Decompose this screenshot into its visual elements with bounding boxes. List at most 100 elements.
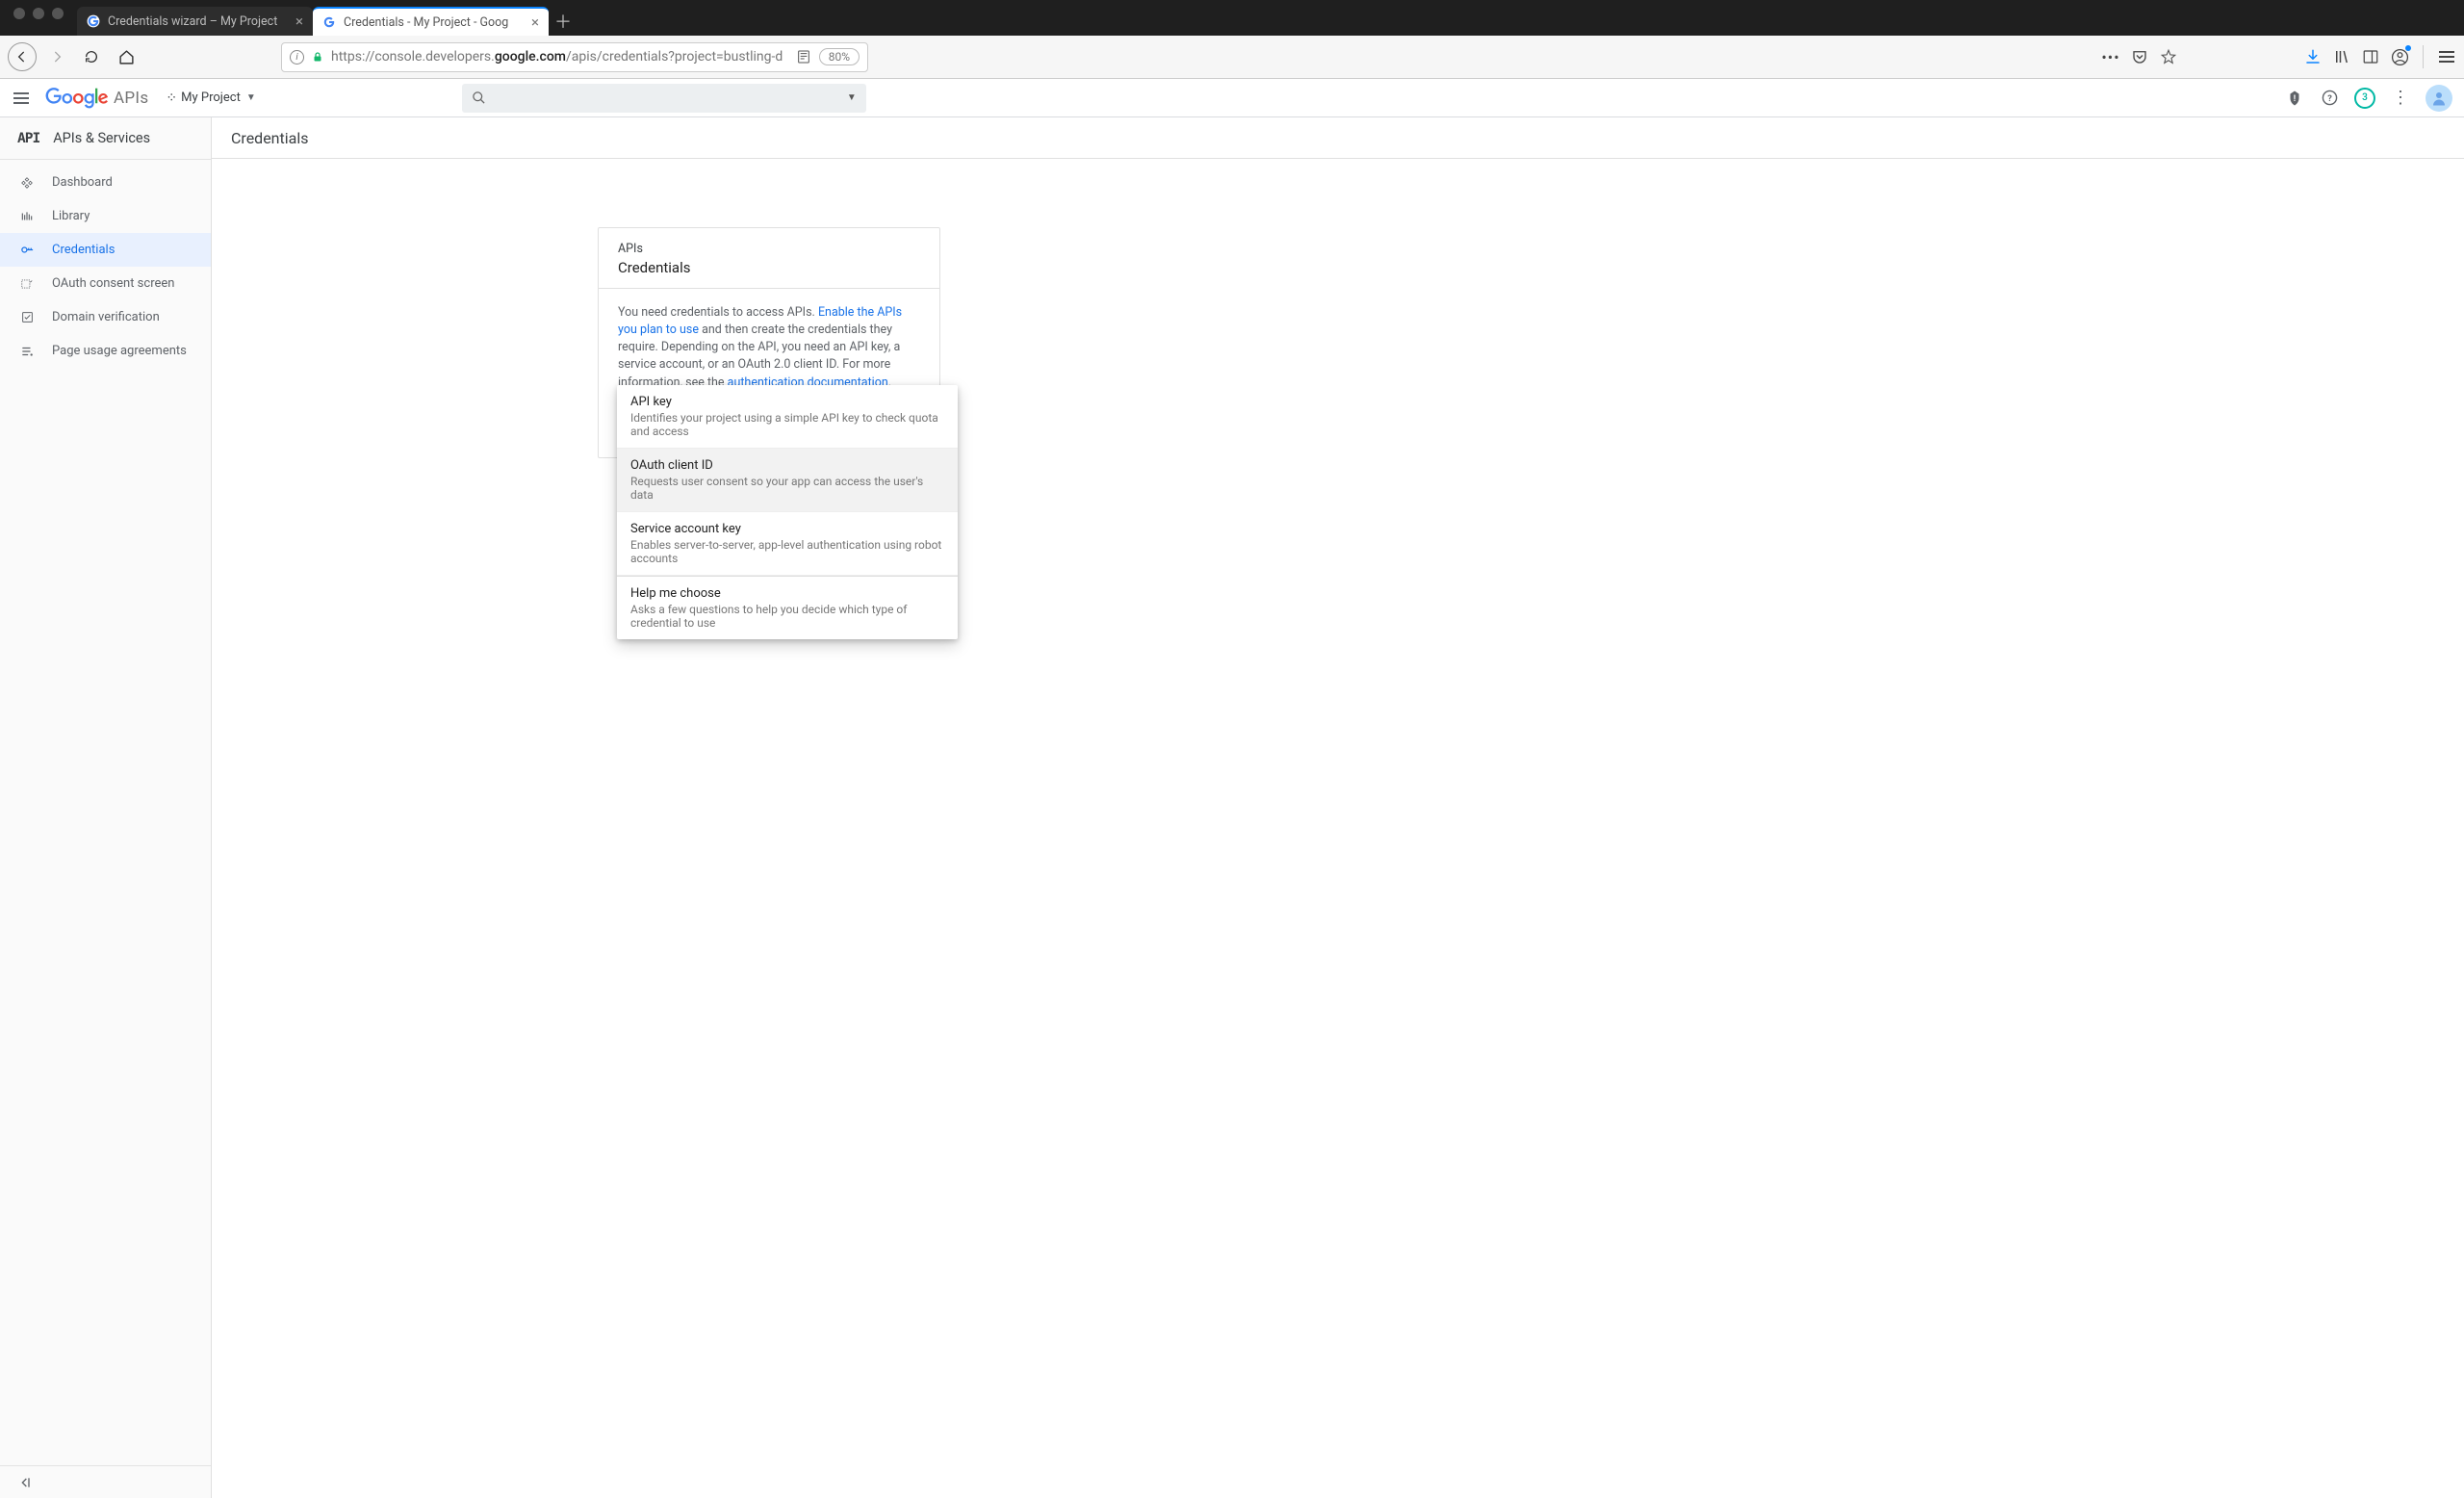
home-button[interactable]: [112, 42, 141, 71]
account-icon[interactable]: [2390, 47, 2409, 66]
caret-down-icon[interactable]: ▼: [847, 92, 857, 103]
sidebar-icon[interactable]: [2361, 47, 2380, 66]
section-label: APIs & Services: [53, 130, 150, 146]
item-desc: Enables server-to-server, app-level auth…: [630, 538, 944, 565]
window-controls: [0, 0, 77, 36]
dashboard-icon: [19, 176, 35, 190]
tab-label: Credentials wizard – My Project: [108, 14, 288, 29]
domain-icon: [19, 311, 35, 323]
sidebar-item-library[interactable]: Library: [0, 199, 211, 233]
dropdown-item-oauth-client-id[interactable]: OAuth client ID Requests user consent so…: [617, 449, 958, 512]
svg-text:!: !: [2294, 94, 2296, 104]
sidebar-section-title[interactable]: API APIs & Services: [0, 117, 211, 159]
browser-toolbar: i https://console.developers.google.com/…: [0, 36, 2464, 79]
arrow-right-icon: [49, 49, 64, 65]
card-title: Credentials: [618, 259, 920, 276]
more-icon[interactable]: •••: [2101, 47, 2120, 66]
nav-label: Credentials: [52, 243, 115, 257]
settings-more-icon[interactable]: ⋮: [2391, 89, 2410, 108]
new-tab-button[interactable]: ＋: [549, 7, 578, 36]
pocket-icon[interactable]: [2130, 47, 2149, 66]
zoom-indicator[interactable]: 80%: [819, 48, 860, 65]
dropdown-item-help-me-choose[interactable]: Help me choose Asks a few questions to h…: [617, 577, 958, 639]
project-picker[interactable]: ⁘ My Project ▼: [166, 90, 255, 106]
search-icon: [472, 90, 486, 105]
back-button[interactable]: [8, 42, 37, 71]
divider: [2423, 45, 2424, 68]
browser-titlebar: Credentials wizard – My Project × Creden…: [0, 0, 2464, 36]
user-avatar[interactable]: [2426, 85, 2452, 112]
avatar-icon: [2430, 90, 2448, 107]
reload-button[interactable]: [77, 42, 106, 71]
traffic-close[interactable]: [13, 8, 25, 19]
downloads-icon[interactable]: [2303, 47, 2323, 66]
nav-label: Domain verification: [52, 310, 160, 324]
dropdown-item-api-key[interactable]: API key Identifies your project using a …: [617, 385, 958, 449]
collapse-sidebar-button[interactable]: [0, 1465, 211, 1498]
sidebar-item-credentials[interactable]: Credentials: [0, 233, 211, 267]
create-credentials-dropdown: API key Identifies your project using a …: [617, 385, 958, 639]
traffic-zoom[interactable]: [52, 8, 64, 19]
nav-label: OAuth consent screen: [52, 276, 174, 291]
usage-icon: [19, 345, 35, 358]
help-icon[interactable]: ?: [2320, 89, 2339, 108]
cloud-shell-icon[interactable]: !: [2285, 89, 2304, 108]
google-logo-icon: [44, 88, 110, 109]
header-search[interactable]: ▼: [462, 84, 866, 113]
dropdown-item-service-account-key[interactable]: Service account key Enables server-to-se…: [617, 512, 958, 576]
sidebar: API APIs & Services Dashboard Library Cr…: [0, 117, 212, 1498]
bookmark-star-icon[interactable]: [2159, 47, 2178, 66]
tab-label: Credentials - My Project - Goog: [344, 15, 524, 30]
tabs-row: Credentials wizard – My Project × Creden…: [77, 0, 578, 36]
sidebar-item-page-usage[interactable]: Page usage agreements: [0, 334, 211, 368]
url-bar[interactable]: i https://console.developers.google.com/…: [281, 42, 868, 72]
header-right: ! ? 3 ⋮: [2285, 85, 2452, 112]
notifications-badge[interactable]: 3: [2354, 88, 2375, 109]
nav-label: Library: [52, 209, 90, 223]
item-title: Help me choose: [630, 586, 944, 601]
library-icon: [19, 210, 35, 223]
traffic-minimize[interactable]: [33, 8, 44, 19]
reader-mode-icon[interactable]: [796, 49, 811, 65]
forward-button[interactable]: [42, 42, 71, 71]
chevron-left-icon: [17, 1475, 33, 1490]
home-icon: [118, 49, 135, 65]
item-title: Service account key: [630, 522, 944, 536]
close-icon[interactable]: ×: [531, 13, 539, 31]
card-header: APIs Credentials: [599, 228, 939, 289]
brand-logo[interactable]: APIs: [44, 88, 148, 109]
key-icon: [19, 243, 35, 257]
caret-down-icon: ▼: [246, 92, 256, 103]
app-header: APIs ⁘ My Project ▼ ▼ ! ? 3 ⋮: [0, 79, 2464, 117]
close-icon[interactable]: ×: [295, 13, 303, 30]
item-title: OAuth client ID: [630, 458, 944, 473]
url-text: https://console.developers.google.com/ap…: [331, 49, 788, 65]
item-desc: Requests user consent so your app can ac…: [630, 475, 944, 502]
tab-credentials-wizard[interactable]: Credentials wizard – My Project ×: [77, 7, 313, 36]
item-desc: Asks a few questions to help you decide …: [630, 603, 944, 630]
google-favicon-icon: [87, 14, 100, 28]
item-desc: Identifies your project using a simple A…: [630, 411, 944, 438]
sidebar-item-dashboard[interactable]: Dashboard: [0, 166, 211, 199]
svg-text:?: ?: [2327, 93, 2332, 104]
api-glyph-icon: API: [17, 131, 39, 146]
console-menu-button[interactable]: [12, 89, 31, 108]
google-favicon-icon: [322, 15, 336, 29]
hamburger-menu-button[interactable]: [2437, 47, 2456, 66]
site-info-icon[interactable]: i: [290, 50, 304, 65]
nav-label: Page usage agreements: [52, 344, 187, 358]
sidebar-item-oauth-consent[interactable]: OAuth consent screen: [0, 267, 211, 300]
card-subheader: APIs: [618, 242, 920, 256]
reload-icon: [84, 49, 99, 65]
consent-icon: [19, 277, 35, 291]
tab-credentials[interactable]: Credentials - My Project - Goog ×: [313, 7, 549, 36]
library-icon[interactable]: [2332, 47, 2351, 66]
lock-icon: [312, 50, 323, 64]
nav-label: Dashboard: [52, 175, 113, 190]
sidebar-item-domain-verification[interactable]: Domain verification: [0, 300, 211, 334]
item-title: API key: [630, 395, 944, 409]
toolbar-right: •••: [2101, 45, 2456, 68]
project-icon: ⁘: [166, 90, 175, 106]
nav-items: Dashboard Library Credentials OAuth cons…: [0, 159, 211, 368]
brand-suffix: APIs: [114, 89, 148, 108]
